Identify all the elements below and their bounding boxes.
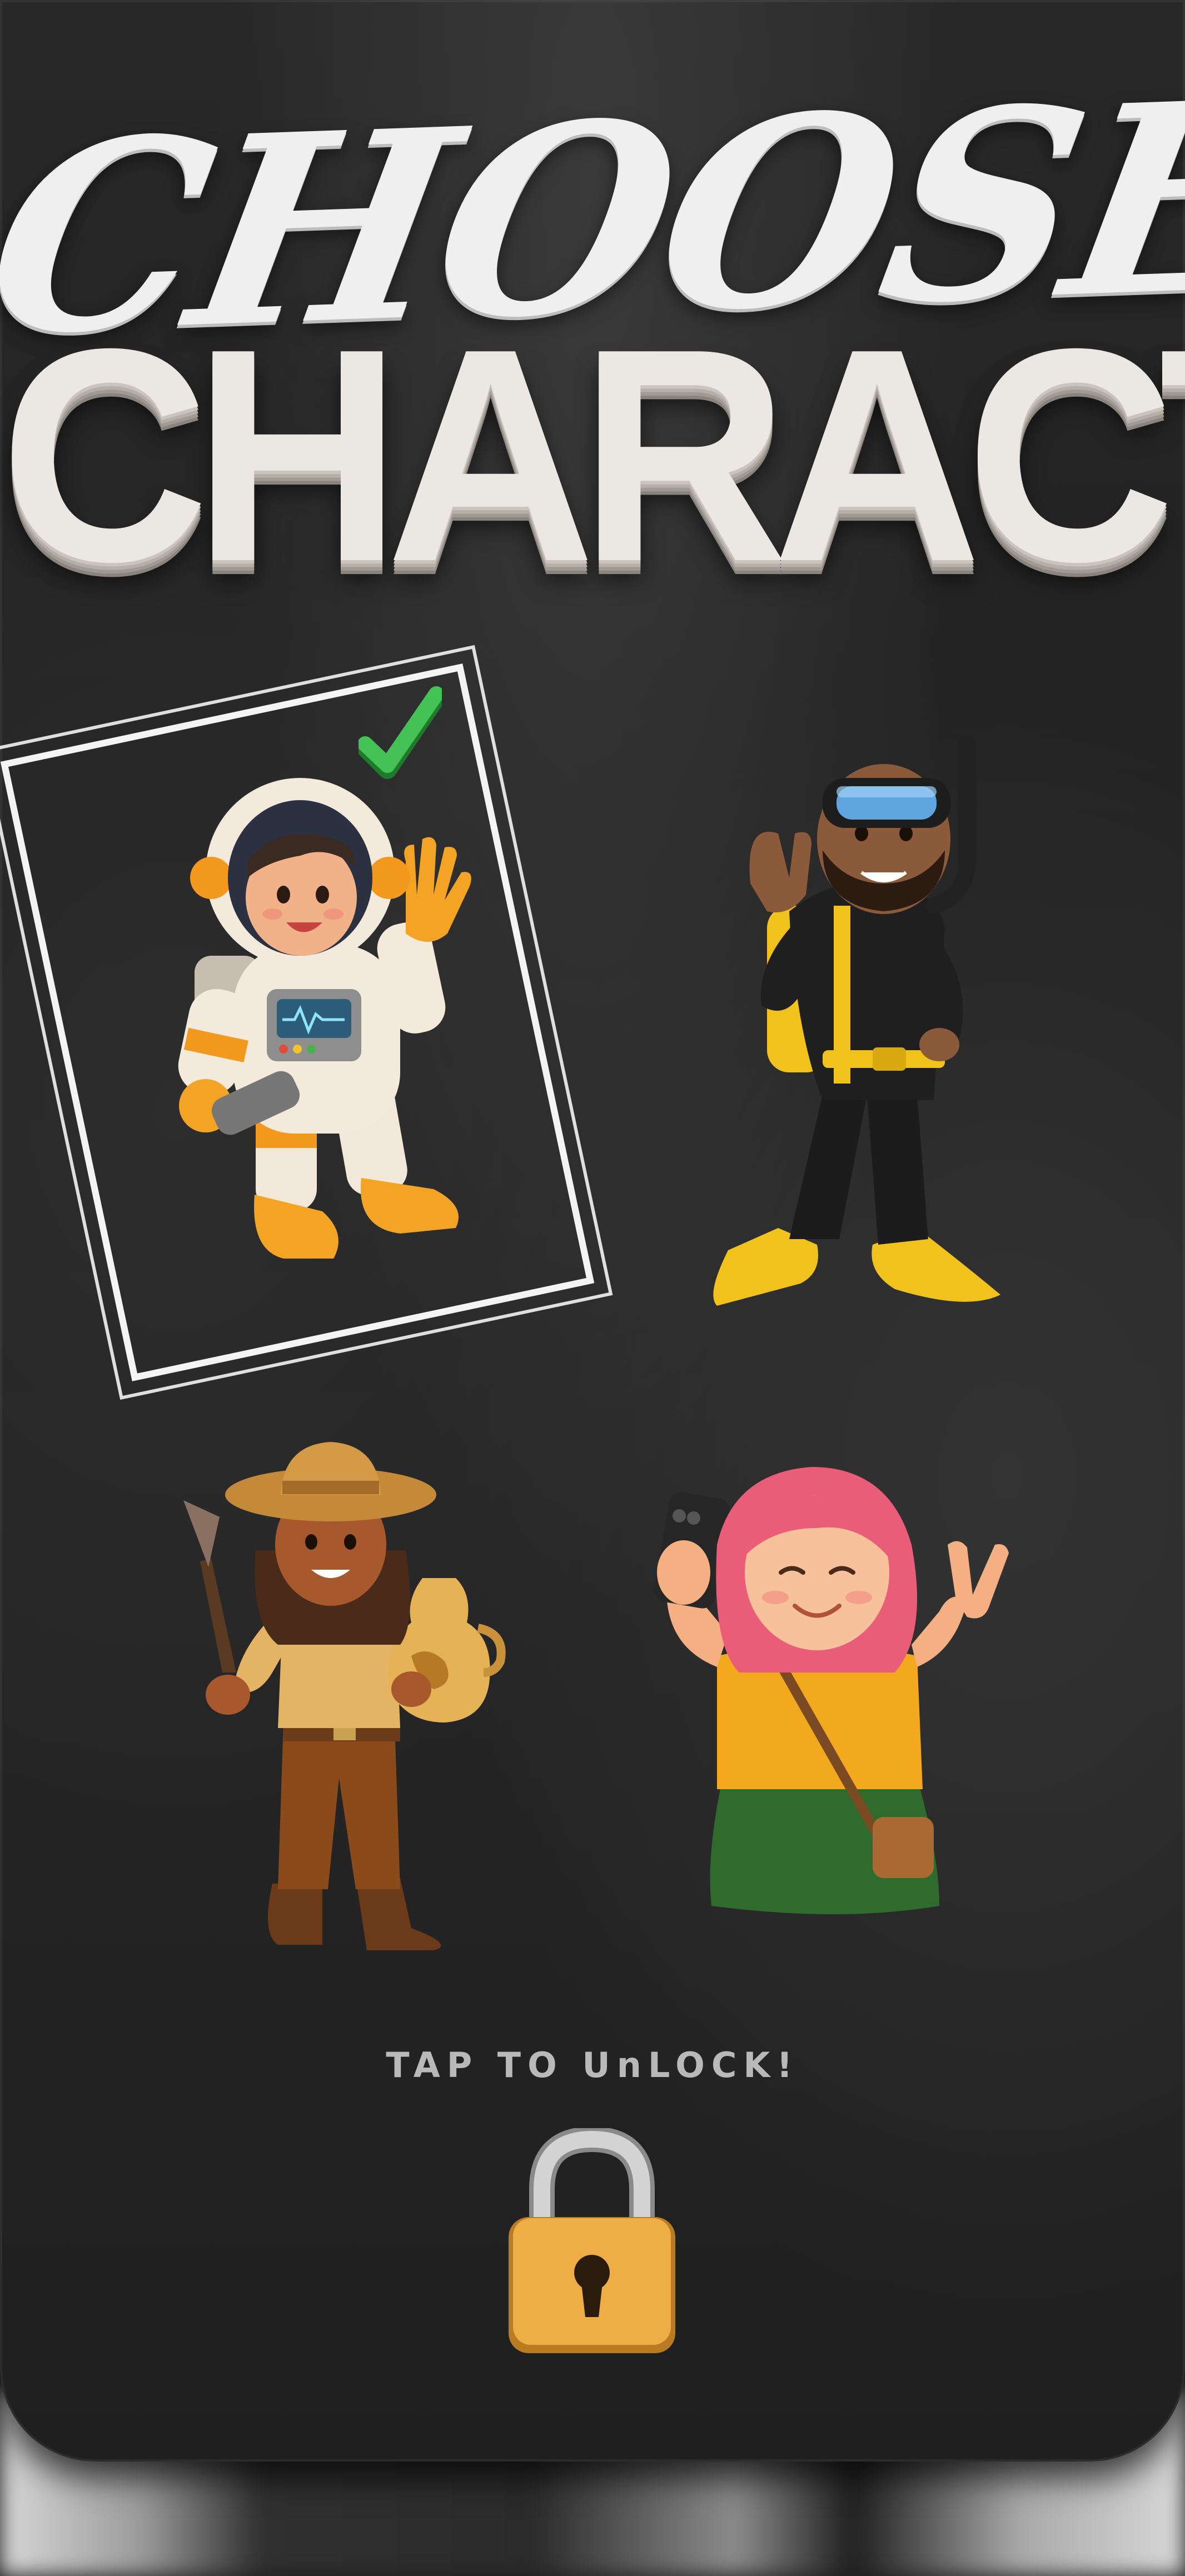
character-select-screen: CHOOSE CHARACTER <box>0 0 1185 2462</box>
title-character: CHARACTER <box>0 286 1185 625</box>
archaeologist-character-icon[interactable] <box>145 1411 611 2034</box>
padlock-icon[interactable] <box>503 2128 681 2362</box>
selfie-girl-character-icon[interactable] <box>628 1434 1095 2056</box>
unlock-section: TAP TO UnLOCK! <box>0 2045 1185 2085</box>
tap-to-unlock-label[interactable]: TAP TO UnLOCK! <box>0 2045 1185 2085</box>
scuba-diver-character-icon[interactable] <box>656 695 1123 1317</box>
astronaut-character-icon[interactable] <box>44 678 511 1300</box>
